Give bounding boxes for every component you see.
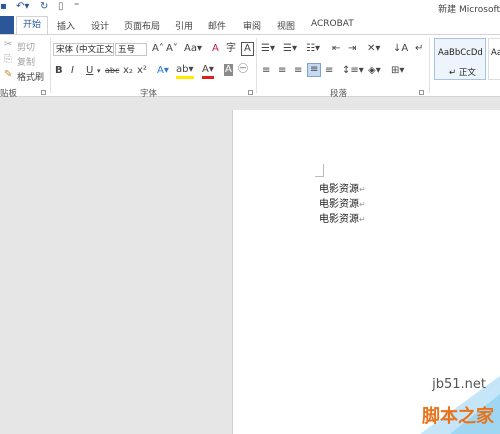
window-title: 新建 Microsoft — [438, 5, 500, 15]
shrink-font-icon[interactable]: A˅ — [166, 43, 178, 55]
tab-view[interactable]: 视图 — [277, 19, 295, 32]
style-next[interactable]: AaBb — [488, 38, 500, 80]
multilevel-list-icon[interactable]: ☷▾ — [306, 43, 320, 55]
line-text: 电影资源 — [319, 184, 359, 195]
decrease-indent-icon[interactable]: ⇤ — [332, 43, 340, 55]
borders-icon[interactable]: ⊞▾ — [391, 65, 404, 77]
distributed-icon[interactable]: ≡ — [325, 65, 333, 77]
subscript-icon[interactable]: x₂ — [123, 65, 133, 77]
tab-home[interactable]: 开始 — [16, 16, 49, 34]
document-canvas: 电影资源↵ 电影资源↵ 电影资源↵ — [0, 97, 500, 434]
tab-design[interactable]: 设计 — [91, 19, 109, 32]
tab-acrobat[interactable]: ACROBAT — [311, 19, 354, 29]
customize-toolbar-icon[interactable]: ⁼ — [74, 1, 79, 12]
style-name-label: ↵ 正文 — [449, 68, 476, 78]
format-painter-icon: ✎ — [4, 69, 13, 80]
phonetic-guide-icon[interactable]: 字 — [226, 43, 236, 55]
paragraph-launcher-icon[interactable] — [419, 90, 424, 95]
save-icon[interactable]: ▪ — [0, 1, 7, 12]
format-painter-button[interactable]: 格式刷 — [17, 70, 44, 83]
change-case-icon[interactable]: Aa▾ — [184, 43, 202, 55]
document-page[interactable]: 电影资源↵ 电影资源↵ 电影资源↵ — [232, 110, 500, 434]
character-shading-icon[interactable]: A — [224, 64, 233, 76]
font-launcher-icon[interactable] — [248, 90, 253, 95]
tab-references[interactable]: 引用 — [175, 19, 193, 32]
tab-review[interactable]: 审阅 — [243, 19, 261, 32]
scissors-icon: ✂ — [4, 39, 13, 50]
font-size-select[interactable]: 五号 — [115, 43, 147, 56]
clear-formatting-icon[interactable]: A — [212, 43, 219, 55]
document-line[interactable]: 电影资源↵ — [319, 210, 366, 225]
group-divider — [50, 38, 51, 93]
undo-icon[interactable]: ↶▾ — [16, 1, 29, 12]
copy-icon: ⎘ — [4, 54, 12, 65]
paragraph-mark: ↵ — [359, 185, 366, 194]
title-bar: ▪ ↶▾ ↻ ▯ ⁼ 新建 Microsoft — [0, 0, 500, 16]
bullets-icon[interactable]: ☰▾ — [261, 43, 275, 55]
style-sample-text: AaBb — [491, 48, 500, 58]
highlight-icon[interactable]: ab▾ — [176, 64, 194, 79]
chinese-layout-icon[interactable]: ✕▾ — [367, 43, 380, 55]
shading-icon[interactable]: ◈▾ — [368, 65, 381, 77]
increase-indent-icon[interactable]: ⇥ — [348, 43, 356, 55]
justify-icon[interactable]: ≡ — [307, 63, 322, 77]
tab-mailings[interactable]: 邮件 — [208, 19, 226, 32]
tab-page-layout[interactable]: 页面布局 — [124, 19, 160, 32]
align-center-icon[interactable]: ≡ — [278, 65, 286, 77]
document-line[interactable]: 电影资源↵ — [319, 195, 366, 210]
clipboard-launcher-icon[interactable] — [41, 90, 46, 95]
copy-button[interactable]: 复制 — [17, 55, 35, 68]
align-right-icon[interactable]: ≡ — [294, 65, 302, 77]
cut-button[interactable]: 剪切 — [17, 40, 35, 53]
group-divider — [429, 38, 430, 93]
document-line[interactable]: 电影资源↵ — [319, 180, 366, 195]
underline-dropdown-icon[interactable]: ▾ — [97, 65, 101, 77]
character-border-icon[interactable]: A — [241, 42, 254, 56]
margin-corner-mark — [315, 164, 324, 177]
font-name-select[interactable]: 宋体 (中文正文 — [53, 43, 114, 56]
tab-insert[interactable]: 插入 — [57, 19, 75, 32]
group-divider — [256, 38, 257, 93]
sort-icon[interactable]: ↓A — [393, 43, 408, 55]
redo-icon[interactable]: ↻ — [40, 1, 48, 12]
bold-icon[interactable]: B — [55, 65, 63, 77]
strikethrough-icon[interactable]: abc — [105, 65, 119, 77]
paragraph-mark: ↵ — [359, 215, 366, 224]
grow-font-icon[interactable]: A˄ — [152, 43, 164, 55]
paragraph-mark: ↵ — [359, 200, 366, 209]
numbering-icon[interactable]: ☰▾ — [283, 43, 297, 55]
underline-icon[interactable]: U — [86, 65, 93, 77]
style-normal[interactable]: AaBbCcDd ↵ 正文 — [434, 38, 486, 80]
ribbon: ✂ 剪切 ⎘ 复制 ✎ 格式刷 贴板 宋体 (中文正文 五号 A˄ A˅ Aa▾… — [0, 34, 500, 99]
new-document-icon[interactable]: ▯ — [58, 1, 64, 12]
text-effects-icon[interactable]: A▾ — [157, 65, 169, 77]
line-text: 电影资源 — [319, 214, 359, 225]
align-left-icon[interactable]: ≡ — [262, 65, 270, 77]
line-spacing-icon[interactable]: ↕≡▾ — [342, 65, 364, 77]
ribbon-tabs: 开始 插入 设计 页面布局 引用 邮件 审阅 视图 ACROBAT — [0, 16, 500, 34]
font-color-icon[interactable]: A▾ — [202, 64, 214, 79]
style-sample-text: AaBbCcDd — [438, 48, 483, 58]
superscript-icon[interactable]: x² — [137, 65, 147, 77]
file-tab[interactable] — [0, 16, 14, 34]
line-text: 电影资源 — [319, 199, 359, 210]
show-formatting-marks-icon[interactable]: ↵ — [415, 43, 423, 55]
italic-icon[interactable]: I — [71, 65, 74, 77]
enclose-characters-icon[interactable]: ㊀ — [238, 64, 248, 76]
